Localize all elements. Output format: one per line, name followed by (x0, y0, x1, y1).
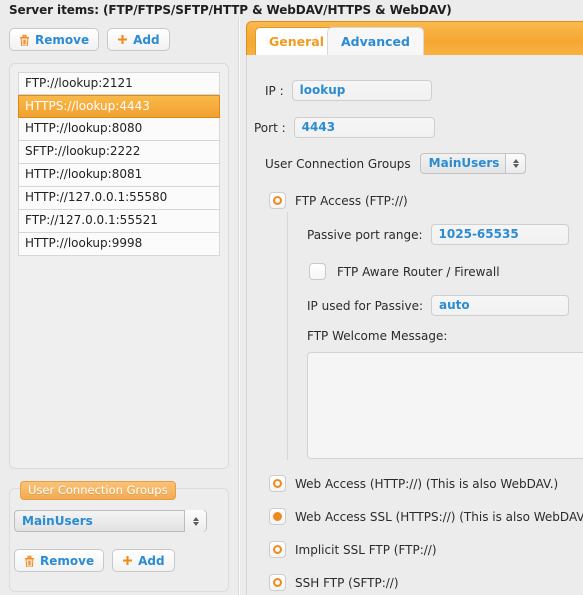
passive-port-range-row: Passive port range: 1025-65535 (307, 224, 569, 245)
checkbox-icon[interactable] (309, 263, 326, 280)
tab-advanced[interactable]: Advanced (327, 27, 424, 55)
user-connection-groups-row: User Connection Groups MainUsers (265, 153, 527, 174)
tab-general[interactable]: General (255, 27, 338, 55)
user-connection-groups-dropdown[interactable]: MainUsers (419, 153, 527, 174)
list-item[interactable]: HTTP://127.0.0.1:55580 (18, 187, 220, 210)
ftp-access-label: FTP Access (FTP://) (295, 193, 408, 208)
list-item[interactable]: HTTP://lookup:9998 (18, 233, 220, 256)
add-user-connection-group-label: Add (138, 553, 165, 568)
list-item[interactable]: FTP://127.0.0.1:55521 (18, 210, 220, 233)
passive-ip-row: IP used for Passive: auto (307, 295, 569, 316)
user-connection-groups-select[interactable]: MainUsers (14, 510, 207, 532)
user-connection-groups-dropdown-value: MainUsers (428, 156, 500, 170)
plus-icon (122, 555, 133, 566)
list-item[interactable]: HTTP://lookup:8080 (18, 118, 220, 141)
passive-port-range-label: Passive port range: (307, 227, 423, 242)
web-access-option[interactable]: Web Access (HTTP://) (This is also WebDA… (269, 475, 558, 492)
section-indent-guide (287, 212, 288, 460)
trash-icon (24, 555, 35, 567)
plus-icon (117, 34, 128, 45)
user-connection-groups-legend: User Connection Groups (20, 481, 176, 500)
server-items-window: Server items: (FTP/FTPS/SFTP/HTTP & WebD… (0, 0, 583, 595)
add-server-item-button[interactable]: Add (107, 28, 170, 51)
add-server-item-label: Add (133, 32, 160, 47)
ftp-aware-router-label: FTP Aware Router / Firewall (337, 264, 500, 279)
web-access-ssl-option[interactable]: Web Access SSL (HTTPS://) (This is also … (269, 508, 583, 525)
ip-row: IP : lookup (265, 80, 432, 101)
web-access-ssl-label: Web Access SSL (HTTPS://) (This is also … (295, 509, 583, 524)
passive-port-range-input[interactable]: 1025-65535 (430, 224, 569, 245)
web-access-label: Web Access (HTTP://) (This is also WebDA… (295, 476, 559, 491)
ssh-ftp-label: SSH FTP (SFTP://) (295, 575, 399, 590)
trash-icon (19, 34, 30, 46)
ftp-aware-router-option[interactable]: FTP Aware Router / Firewall (309, 263, 500, 280)
page-title: Server items: (FTP/FTPS/SFTP/HTTP & WebD… (9, 3, 452, 17)
user-connection-groups-panel (9, 488, 229, 592)
ftp-welcome-message-textarea[interactable] (307, 352, 583, 459)
server-items-toolbar: Remove Add (9, 28, 170, 51)
ftp-access-option[interactable]: FTP Access (FTP://) (269, 192, 408, 209)
tab-bar: General Advanced (246, 21, 583, 55)
implicit-ssl-ftp-label: Implicit SSL FTP (FTP://) (295, 542, 437, 557)
ftp-welcome-message-row: FTP Welcome Message: (307, 329, 447, 343)
port-row: Port : 4443 (254, 117, 435, 138)
port-label: Port : (254, 120, 286, 135)
ftp-welcome-message-label: FTP Welcome Message: (307, 329, 448, 343)
remove-user-connection-group-label: Remove (40, 553, 95, 568)
passive-ip-label: IP used for Passive: (307, 298, 423, 313)
port-input[interactable]: 4443 (293, 117, 435, 138)
user-connection-groups-field-label: User Connection Groups (265, 156, 411, 171)
list-item[interactable]: FTP://lookup:2121 (18, 72, 220, 95)
ip-label: IP : (265, 83, 284, 98)
list-item[interactable]: HTTPS://lookup:4443 (18, 95, 220, 118)
ip-input[interactable]: lookup (291, 80, 432, 101)
list-item[interactable]: SFTP://lookup:2222 (18, 141, 220, 164)
add-user-connection-group-button[interactable]: Add (112, 549, 175, 572)
passive-ip-input[interactable]: auto (431, 295, 569, 316)
ssh-ftp-option[interactable]: SSH FTP (SFTP://) (269, 574, 399, 591)
user-connection-groups-selected-value: MainUsers (22, 514, 93, 528)
radio-icon[interactable] (269, 192, 286, 209)
radio-icon[interactable] (269, 574, 286, 591)
user-connection-groups-toolbar: Remove Add (14, 549, 175, 572)
radio-icon[interactable] (269, 541, 286, 558)
radio-icon[interactable] (269, 508, 286, 525)
server-items-list[interactable]: FTP://lookup:2121 HTTPS://lookup:4443 HT… (9, 63, 229, 469)
radio-icon[interactable] (269, 475, 286, 492)
stepper-arrows-icon[interactable] (505, 153, 527, 174)
implicit-ssl-ftp-option[interactable]: Implicit SSL FTP (FTP://) (269, 541, 437, 558)
stepper-arrows-icon[interactable] (184, 510, 206, 532)
remove-server-item-label: Remove (35, 32, 90, 47)
list-item[interactable]: HTTP://lookup:8081 (18, 164, 220, 187)
remove-user-connection-group-button[interactable]: Remove (14, 549, 105, 572)
panel-divider-highlight (239, 18, 240, 595)
remove-server-item-button[interactable]: Remove (9, 28, 100, 51)
